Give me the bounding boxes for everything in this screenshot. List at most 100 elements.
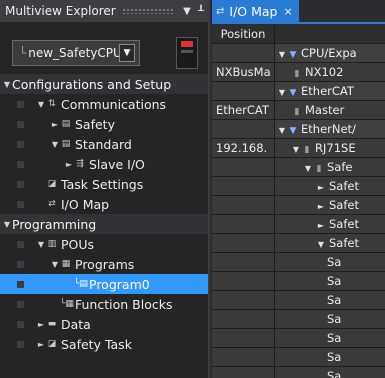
- io-map-row[interactable]: Sa: [212, 291, 385, 310]
- io-map-row[interactable]: ► Safet: [212, 196, 385, 215]
- tree-item-i-o-map[interactable]: ⇄ I/O Map: [0, 194, 208, 214]
- port-cell[interactable]: ▼ ▼ EtherCAT: [275, 82, 385, 100]
- column-header-port[interactable]: [275, 25, 385, 43]
- tree-item-program0[interactable]: └▤ Program0: [0, 274, 208, 294]
- port-cell[interactable]: Sa: [275, 348, 385, 366]
- collapse-icon[interactable]: ▼: [50, 260, 60, 269]
- port-cell[interactable]: ▮ NX102: [275, 63, 385, 81]
- port-cell[interactable]: Sa: [275, 367, 385, 378]
- io-map-row[interactable]: Sa: [212, 253, 385, 272]
- port-cell[interactable]: ► Safet: [275, 215, 385, 233]
- position-cell[interactable]: [212, 310, 275, 328]
- tree-item-programming[interactable]: ▼ Programming: [0, 214, 208, 234]
- expand-icon[interactable]: ►: [36, 320, 46, 329]
- port-cell[interactable]: ▼ ▮ RJ71SE: [275, 139, 385, 157]
- tree-item-safety-task[interactable]: ► ◪ Safety Task: [0, 334, 208, 354]
- io-map-row[interactable]: ▼ ▼ CPU/Expa: [212, 44, 385, 63]
- port-cell[interactable]: ▼ ▼ EtherNet/: [275, 120, 385, 138]
- position-cell[interactable]: [212, 272, 275, 290]
- close-icon[interactable]: ×: [283, 5, 292, 18]
- position-cell[interactable]: [212, 44, 275, 62]
- collapse-icon[interactable]: ▼: [277, 84, 287, 100]
- io-map-row[interactable]: ▼ ▮ Safe: [212, 158, 385, 177]
- io-map-row[interactable]: Sa: [212, 310, 385, 329]
- position-cell[interactable]: [212, 177, 275, 195]
- position-cell[interactable]: [212, 253, 275, 271]
- tree-item-standard[interactable]: ▼ ▤ Standard: [0, 134, 208, 154]
- expand-icon[interactable]: ►: [64, 160, 74, 169]
- collapse-icon[interactable]: ▼: [2, 220, 12, 229]
- collapse-icon[interactable]: ▼: [36, 100, 46, 109]
- row-marker: [17, 321, 24, 328]
- io-map-row[interactable]: ▼ ▼ EtherNet/: [212, 120, 385, 139]
- position-cell[interactable]: [212, 291, 275, 309]
- position-cell[interactable]: [212, 234, 275, 252]
- io-map-row[interactable]: Sa: [212, 272, 385, 291]
- io-map-row[interactable]: Sa: [212, 367, 385, 378]
- port-cell[interactable]: ▼ Safet: [275, 234, 385, 252]
- io-map-row[interactable]: 192.168. ▼ ▮ RJ71SE: [212, 139, 385, 158]
- io-map-row[interactable]: ▼ ▼ EtherCAT: [212, 82, 385, 101]
- collapse-icon[interactable]: ▼: [315, 236, 327, 252]
- position-cell[interactable]: [212, 329, 275, 347]
- port-cell[interactable]: Sa: [275, 310, 385, 328]
- drag-grip[interactable]: [121, 8, 174, 14]
- column-header-position[interactable]: Position: [212, 25, 275, 43]
- position-cell[interactable]: EtherCAT: [212, 101, 275, 119]
- tree-item-function-blocks[interactable]: └▦ Function Blocks: [0, 294, 208, 314]
- position-cell[interactable]: 192.168.: [212, 139, 275, 157]
- tree-item-programs[interactable]: ▼ ▦ Programs: [0, 254, 208, 274]
- port-cell[interactable]: ▼ ▮ Safe: [275, 158, 385, 176]
- position-cell[interactable]: [212, 348, 275, 366]
- port-cell[interactable]: Sa: [275, 272, 385, 290]
- collapse-icon[interactable]: ▼: [2, 80, 12, 89]
- io-map-row[interactable]: ► Safet: [212, 177, 385, 196]
- position-cell[interactable]: [212, 158, 275, 176]
- io-map-row[interactable]: Sa: [212, 348, 385, 367]
- device-selector[interactable]: └ new_SafetyCPU0 ▼: [12, 40, 140, 66]
- port-cell[interactable]: Sa: [275, 253, 385, 271]
- expand-icon[interactable]: ►: [36, 340, 46, 349]
- tree-item-data[interactable]: ► ▬ Data: [0, 314, 208, 334]
- tree-item-task-settings[interactable]: ◪ Task Settings: [0, 174, 208, 194]
- collapse-icon[interactable]: ▼: [277, 46, 287, 62]
- collapse-icon[interactable]: ▼: [303, 160, 313, 176]
- tree-item-safety[interactable]: ► ▤ Safety: [0, 114, 208, 134]
- io-map-row[interactable]: ► Safet: [212, 215, 385, 234]
- io-map-row[interactable]: EtherCAT ▮ Master: [212, 101, 385, 120]
- tree-item-slave-i-o[interactable]: ► ⇶ Slave I/O: [0, 154, 208, 174]
- port-cell[interactable]: ► Safet: [275, 177, 385, 195]
- port-cell[interactable]: ▼ ▼ CPU/Expa: [275, 44, 385, 62]
- expand-icon[interactable]: ►: [50, 120, 60, 129]
- position-cell[interactable]: [212, 196, 275, 214]
- expand-icon[interactable]: ►: [315, 179, 327, 195]
- expand-icon[interactable]: ►: [315, 198, 327, 214]
- collapse-icon[interactable]: ▼: [50, 140, 60, 149]
- position-cell[interactable]: NXBusMa: [212, 63, 275, 81]
- expand-icon[interactable]: ►: [315, 217, 327, 233]
- port-cell[interactable]: ► Safet: [275, 196, 385, 214]
- io-map-row[interactable]: ▼ Safet: [212, 234, 385, 253]
- dropdown-icon[interactable]: ▼: [180, 6, 194, 17]
- collapse-icon[interactable]: ▼: [277, 122, 287, 138]
- position-cell[interactable]: [212, 367, 275, 378]
- position-cell[interactable]: [212, 82, 275, 100]
- port-label: Sa: [327, 274, 342, 288]
- io-map-row[interactable]: NXBusMa ▮ NX102: [212, 63, 385, 82]
- tree-node-icon: ▤: [61, 139, 71, 149]
- collapse-icon[interactable]: ▼: [36, 240, 46, 249]
- tree-item-configurations-and-setup[interactable]: ▼ Configurations and Setup: [0, 74, 208, 94]
- port-cell[interactable]: ▮ Master: [275, 101, 385, 119]
- tree-node-icon: └▤: [74, 279, 88, 289]
- position-cell[interactable]: [212, 215, 275, 233]
- port-cell[interactable]: Sa: [275, 329, 385, 347]
- tree-item-pous[interactable]: ▼ ▥ POUs: [0, 234, 208, 254]
- collapse-icon[interactable]: ▼: [291, 141, 301, 157]
- position-cell[interactable]: [212, 120, 275, 138]
- tab-io-map[interactable]: ⇄ I/O Map ×: [212, 0, 299, 22]
- pin-icon[interactable]: ┸: [194, 6, 208, 17]
- port-cell[interactable]: Sa: [275, 291, 385, 309]
- io-map-row[interactable]: Sa: [212, 329, 385, 348]
- chevron-down-icon[interactable]: ▼: [119, 44, 135, 62]
- tree-item-communications[interactable]: ▼ ⇅ Communications: [0, 94, 208, 114]
